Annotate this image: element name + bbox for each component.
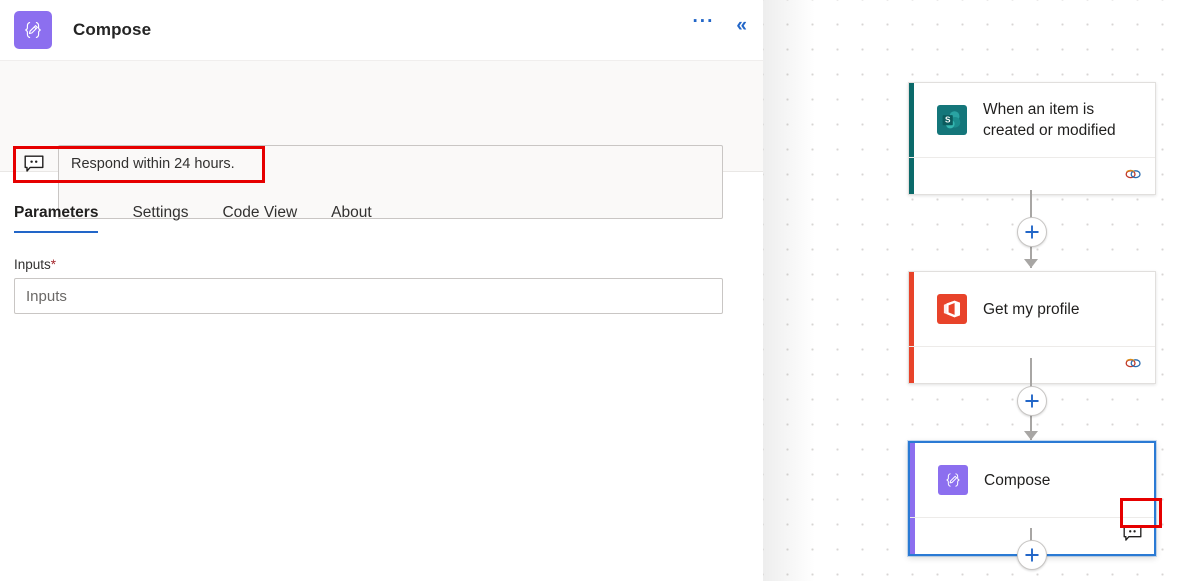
node-footer: [909, 157, 1155, 194]
action-details-panel: Compose ··· « Respond within 24 hours. P…: [0, 0, 763, 581]
comment-section: Respond within 24 hours.: [0, 60, 763, 219]
node-header: Compose: [910, 443, 1154, 517]
page-title: Compose: [73, 20, 152, 39]
link-chain-icon[interactable]: [1123, 166, 1143, 187]
panel-header: Compose ··· «: [0, 0, 763, 60]
flow-designer: Compose ··· « Respond within 24 hours. P…: [0, 0, 1178, 581]
inputs-label-text: Inputs: [14, 257, 51, 272]
more-options-button[interactable]: ···: [692, 12, 714, 31]
link-chain-icon[interactable]: [1123, 355, 1143, 376]
required-marker: *: [50, 257, 57, 272]
tab-code-view[interactable]: Code View: [222, 204, 313, 233]
connector-arrow: [1024, 431, 1038, 440]
node-title: When an item is created or modified: [983, 101, 1116, 139]
office365-icon: [937, 294, 967, 324]
svg-text:S: S: [945, 116, 951, 125]
inputs-input[interactable]: [14, 278, 723, 314]
inputs-field-label: Inputs*: [14, 257, 763, 272]
node-header: Get my profile: [909, 272, 1155, 346]
compose-braces-pencil-icon: [938, 465, 968, 495]
sharepoint-icon: S: [937, 105, 967, 135]
flow-node-get-my-profile[interactable]: Get my profile: [908, 271, 1156, 384]
connector-arrow: [1024, 259, 1038, 268]
flow-node-compose[interactable]: Compose: [908, 441, 1156, 556]
inputs-field-group: Inputs*: [0, 233, 763, 314]
tab-parameters[interactable]: Parameters: [14, 204, 114, 233]
node-header: S When an item is created or modified: [909, 83, 1155, 157]
tab-about[interactable]: About: [331, 204, 388, 233]
compose-braces-pencil-icon: [14, 11, 52, 49]
add-step-button-3[interactable]: [1017, 540, 1047, 570]
comment-bubble-icon[interactable]: [1123, 525, 1142, 547]
node-title: Get my profile: [983, 300, 1080, 318]
flow-canvas[interactable]: S When an item is created or modified Ge…: [763, 0, 1178, 581]
node-footer: [909, 346, 1155, 383]
add-step-button-1[interactable]: [1017, 217, 1047, 247]
panel-header-actions: ··· «: [692, 12, 747, 35]
collapse-panel-button[interactable]: «: [736, 16, 747, 35]
tab-settings[interactable]: Settings: [132, 204, 204, 233]
node-title: Compose: [984, 471, 1051, 489]
add-step-button-2[interactable]: [1017, 386, 1047, 416]
panel-tabs: Parameters Settings Code View About: [0, 172, 763, 233]
flow-node-trigger[interactable]: S When an item is created or modified: [908, 82, 1156, 195]
canvas-edge-shadow: [763, 0, 815, 581]
